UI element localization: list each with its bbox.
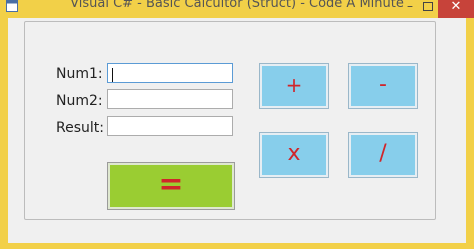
window-bottom-border (0, 243, 474, 249)
calculator-window: Visual C# - Basic Calcultor (Struct) - C… (0, 0, 474, 249)
num2-label: Num2: (56, 93, 103, 109)
result-label: Result: (56, 120, 104, 136)
text-caret (112, 68, 113, 82)
maximize-icon (423, 2, 433, 11)
equals-button[interactable]: = (107, 162, 235, 210)
maximize-button[interactable] (418, 0, 438, 14)
result-output[interactable] (107, 116, 233, 136)
minimize-button[interactable]: – (400, 0, 420, 14)
divide-button[interactable]: / (348, 132, 418, 178)
multiply-button[interactable]: x (259, 132, 329, 178)
add-button[interactable]: + (259, 63, 329, 109)
subtract-button[interactable]: - (348, 63, 418, 109)
num1-input[interactable] (107, 63, 233, 83)
num2-input[interactable] (107, 89, 233, 109)
close-button[interactable]: ✕ (438, 0, 474, 18)
num1-label: Num1: (56, 66, 103, 82)
